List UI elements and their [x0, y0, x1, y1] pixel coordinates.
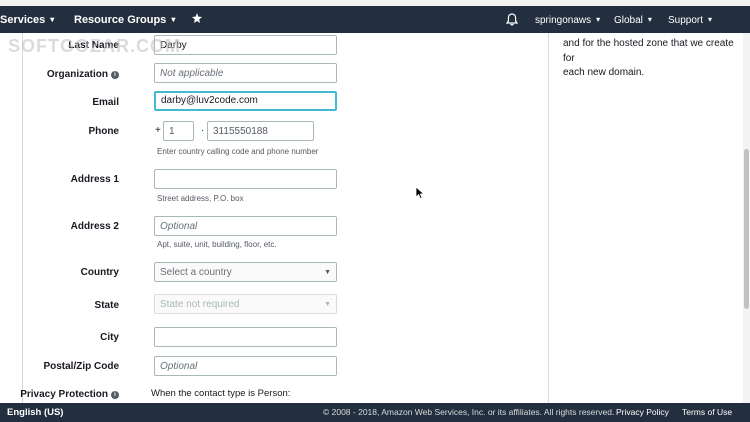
pin-icon[interactable] — [192, 13, 202, 25]
panel-divider — [548, 33, 549, 403]
address1-input[interactable] — [154, 169, 337, 189]
country-label: Country — [80, 267, 119, 278]
main-content: and for the hosted zone that we create f… — [0, 33, 750, 403]
phone-separator: · — [201, 125, 205, 136]
resource-groups-menu[interactable]: Resource Groups ▾ — [74, 6, 175, 33]
email-label: Email — [92, 97, 119, 108]
chevron-down-icon: ▾ — [50, 15, 55, 24]
account-label: springonaws — [535, 15, 592, 26]
services-menu[interactable]: Services ▾ — [0, 6, 54, 33]
help-line: and for the hosted zone that we create f… — [563, 38, 734, 64]
copyright-text: © 2008 - 2018, Amazon Web Services, Inc.… — [323, 407, 615, 417]
phone-label: Phone — [88, 126, 119, 137]
privacy-protection-text: When the contact type is Person: — [151, 388, 291, 399]
support-label: Support — [668, 15, 704, 26]
privacy-protection-label-text: Privacy Protection — [20, 389, 108, 400]
watermark-logo: SOFTGOZAR.COM — [8, 36, 181, 56]
resource-groups-label: Resource Groups — [74, 14, 167, 26]
aws-console-navbar: Services ▾ Resource Groups ▾ springonaws ▾ … — [0, 6, 750, 33]
info-icon[interactable]: i — [111, 391, 119, 399]
country-select[interactable]: Select a country ▼ — [154, 262, 337, 282]
last-name-input[interactable]: Darby — [154, 35, 337, 55]
address2-hint: Apt, suite, unit, building, floor, etc. — [157, 240, 277, 249]
panel-divider — [22, 33, 23, 403]
email-input[interactable]: darby@luv2code.com — [154, 91, 337, 111]
mouse-cursor-icon — [415, 186, 425, 200]
country-code-input[interactable]: 1 — [163, 121, 194, 141]
privacy-protection-label: Privacy Protection i — [20, 389, 119, 400]
language-selector[interactable]: English (US) — [7, 403, 63, 422]
info-icon[interactable]: i — [111, 71, 119, 79]
state-select[interactable]: State not required ▼ — [154, 294, 337, 314]
address2-label: Address 2 — [70, 221, 119, 232]
address1-hint: Street address, P.O. box — [157, 194, 244, 203]
account-menu[interactable]: springonaws ▾ — [535, 6, 600, 33]
dropdown-caret-icon: ▼ — [324, 269, 331, 276]
postal-code-label: Postal/Zip Code — [43, 361, 119, 372]
page-scrollbar[interactable] — [743, 33, 750, 403]
organization-label: Organization i — [47, 69, 119, 80]
console-footer: English (US) © 2008 - 2018, Amazon Web S… — [0, 403, 750, 422]
city-input[interactable] — [154, 327, 337, 347]
support-menu[interactable]: Support ▾ — [668, 6, 712, 33]
region-menu[interactable]: Global ▾ — [614, 6, 652, 33]
postal-code-input[interactable]: Optional — [154, 356, 337, 376]
help-panel: and for the hosted zone that we create f… — [563, 33, 743, 81]
phone-plus-sign: + — [155, 125, 161, 136]
chevron-down-icon: ▾ — [171, 15, 176, 24]
country-selected-value: Select a country — [160, 267, 232, 278]
help-line: each new domain. — [563, 67, 645, 78]
address2-input[interactable]: Optional — [154, 216, 337, 236]
terms-of-use-link[interactable]: Terms of Use — [682, 403, 732, 422]
state-label: State — [94, 300, 119, 311]
privacy-policy-link[interactable]: Privacy Policy — [616, 403, 669, 422]
region-label: Global — [614, 15, 643, 26]
chevron-down-icon: ▾ — [708, 15, 713, 24]
chevron-down-icon: ▾ — [596, 15, 601, 24]
state-selected-value: State not required — [160, 299, 240, 310]
services-label: Services — [0, 14, 46, 26]
organization-input[interactable]: Not applicable — [154, 63, 337, 83]
organization-label-text: Organization — [46, 69, 108, 80]
address1-label: Address 1 — [70, 174, 119, 185]
bell-icon[interactable] — [506, 13, 518, 26]
chevron-down-icon: ▾ — [647, 15, 652, 24]
city-label: City — [100, 332, 119, 343]
phone-number-input[interactable]: 3115550188 — [207, 121, 314, 141]
scrollbar-thumb[interactable] — [744, 149, 749, 309]
phone-hint: Enter country calling code and phone num… — [157, 147, 319, 156]
dropdown-caret-icon: ▼ — [324, 301, 331, 308]
